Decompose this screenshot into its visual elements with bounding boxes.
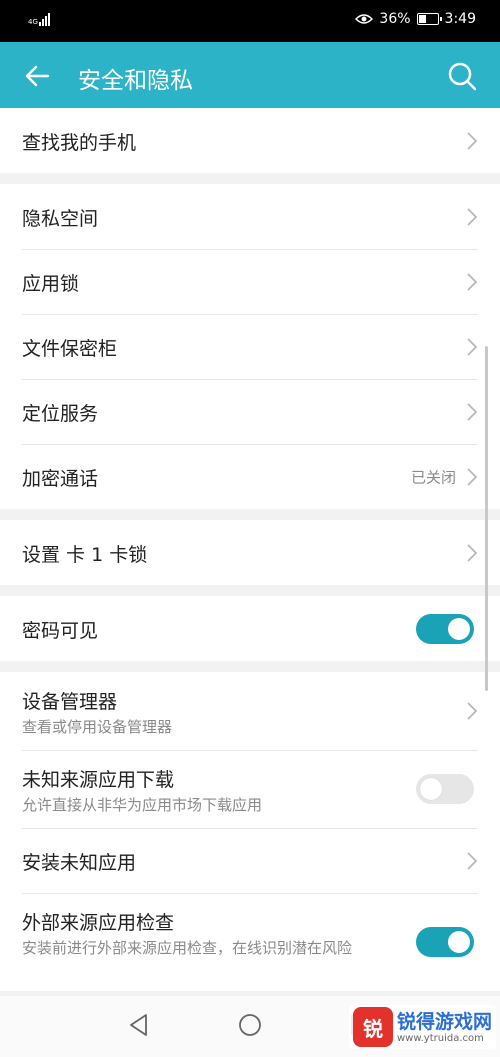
scrollbar[interactable] <box>485 346 488 691</box>
chevron-right-icon <box>467 402 478 421</box>
group-sim: 设置 卡 1 卡锁 <box>0 520 500 585</box>
row-label: 设置 卡 1 卡锁 <box>22 544 148 566</box>
settings-list: 查找我的手机 隐私空间 应用锁 文件保密柜 定位服务 加密通话 已关闭 设置 卡… <box>0 108 500 996</box>
row-sim-lock[interactable]: 设置 卡 1 卡锁 <box>0 520 500 585</box>
chevron-right-icon <box>467 467 478 486</box>
chevron-right-icon <box>467 543 478 562</box>
row-label: 未知来源应用下载 <box>22 769 175 791</box>
row-label: 隐私空间 <box>22 208 99 230</box>
row-label: 应用锁 <box>22 273 80 295</box>
row-label: 外部来源应用检查 <box>22 912 175 934</box>
row-label: 加密通话 <box>22 468 99 490</box>
network-type: 4G <box>28 18 38 26</box>
row-label: 安装未知应用 <box>22 852 137 874</box>
page-title: 安全和隐私 <box>78 68 193 94</box>
status-time: 3:49 <box>444 11 476 27</box>
group-password: 密码可见 <box>0 596 500 661</box>
chevron-right-icon <box>467 131 478 150</box>
row-label: 设备管理器 <box>22 691 118 713</box>
nav-back-icon[interactable] <box>126 1012 152 1038</box>
watermark: 锐 锐得游戏网 www.ytruida.com <box>348 1005 496 1049</box>
row-private-space[interactable]: 隐私空间 <box>0 184 500 249</box>
external-check-toggle[interactable] <box>416 927 474 957</box>
row-password-visible: 密码可见 <box>0 596 500 661</box>
chevron-right-icon <box>467 702 478 720</box>
row-value: 已关闭 <box>410 468 456 486</box>
group-find: 查找我的手机 <box>0 108 500 173</box>
row-subtitle: 允许直接从非华为应用市场下载应用 <box>22 796 263 814</box>
group-privacy: 隐私空间 应用锁 文件保密柜 定位服务 加密通话 已关闭 <box>0 184 500 509</box>
eye-icon <box>355 14 374 24</box>
password-visible-toggle[interactable] <box>416 613 474 644</box>
row-location-services[interactable]: 定位服务 <box>0 379 500 444</box>
row-app-lock[interactable]: 应用锁 <box>0 249 500 314</box>
row-encrypted-call[interactable]: 加密通话 已关闭 <box>0 444 500 509</box>
row-subtitle: 安装前进行外部来源应用检查，在线识别潜在风险 <box>22 939 353 957</box>
watermark-name: 锐得游戏网 <box>396 1010 492 1033</box>
row-device-manager[interactable]: 设备管理器 查看或停用设备管理器 <box>0 672 500 750</box>
row-label: 定位服务 <box>22 403 99 425</box>
arrow-left-icon[interactable] <box>18 56 58 96</box>
signal-indicator: 4G <box>28 12 50 26</box>
unknown-source-toggle[interactable] <box>416 774 474 804</box>
nav-bar: 锐 锐得游戏网 www.ytruida.com <box>0 996 500 1057</box>
row-subtitle: 查看或停用设备管理器 <box>22 718 173 736</box>
group-device: 设备管理器 查看或停用设备管理器 未知来源应用下载 允许直接从非华为应用市场下载… <box>0 672 500 991</box>
signal-icon <box>38 12 50 26</box>
row-label: 密码可见 <box>22 620 99 642</box>
row-external-app-check: 外部来源应用检查 安装前进行外部来源应用检查，在线识别潜在风险 <box>0 893 500 991</box>
chevron-right-icon <box>467 337 478 356</box>
row-file-safe[interactable]: 文件保密柜 <box>0 314 500 379</box>
battery-fill <box>418 15 426 23</box>
app-bar: 安全和隐私 <box>0 42 500 108</box>
battery-icon <box>416 13 442 25</box>
watermark-logo: 锐 <box>352 1007 393 1047</box>
chevron-right-icon <box>467 272 478 291</box>
chevron-right-icon <box>467 851 478 870</box>
battery-percent: 36% <box>379 11 411 27</box>
row-label: 文件保密柜 <box>22 338 118 360</box>
nav-home-icon[interactable] <box>237 1012 263 1038</box>
row-unknown-source-download: 未知来源应用下载 允许直接从非华为应用市场下载应用 <box>0 750 500 828</box>
row-install-unknown-apps[interactable]: 安装未知应用 <box>0 828 500 893</box>
search-icon[interactable] <box>442 56 482 96</box>
status-bar: 4G 36% 3:49 <box>0 0 500 42</box>
watermark-url: www.ytruida.com <box>396 1032 484 1044</box>
chevron-right-icon <box>467 207 478 226</box>
row-find-my-phone[interactable]: 查找我的手机 <box>0 108 500 173</box>
row-label: 查找我的手机 <box>22 132 137 154</box>
